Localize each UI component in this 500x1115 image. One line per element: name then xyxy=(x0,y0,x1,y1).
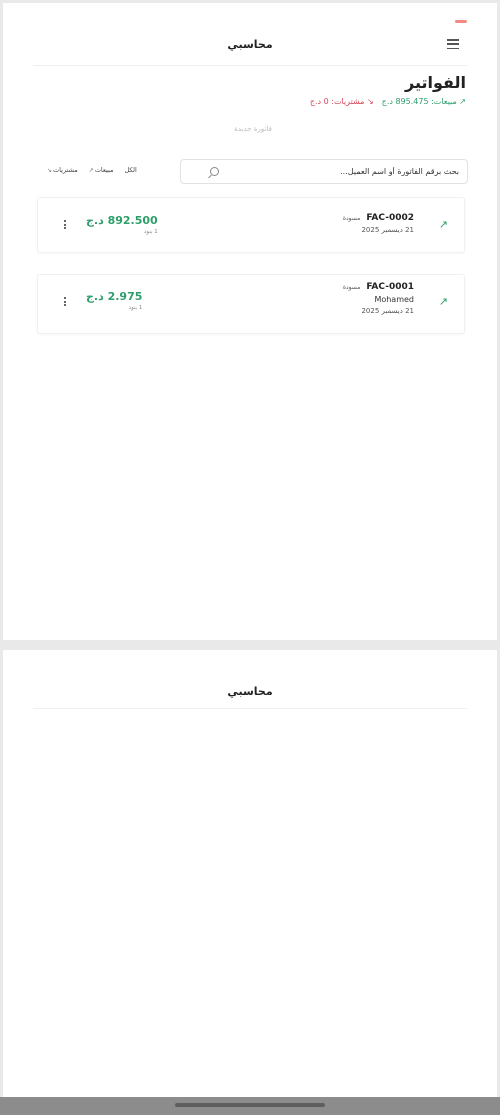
blank-screen: محاسبي xyxy=(3,650,497,1100)
filter-all-label: الكل xyxy=(124,166,137,174)
invoice-amount: 892.500 د.ج xyxy=(86,214,158,227)
sales-summary: ↗ مبيعات: 895.475 د.ج xyxy=(382,97,466,106)
filter-sales[interactable]: مبيعات ↗ xyxy=(89,166,114,174)
page-title: الفواتير xyxy=(404,73,466,92)
more-vertical-icon[interactable] xyxy=(64,297,67,306)
invoice-info: FAC-0002 مسودة 21 ديسمبر 2025 xyxy=(343,213,414,234)
trending-up-icon: ↗ xyxy=(459,97,466,106)
invoice-amount: 2.975 د.ج xyxy=(86,290,143,303)
invoice-number: FAC-0002 xyxy=(366,213,414,223)
status-badge: مسودة xyxy=(342,215,361,222)
invoice-card[interactable]: ↗ FAC-0001 مسودة Mohamed 21 ديسمبر 2025 … xyxy=(37,274,465,334)
invoice-amount-block: 2.975 د.ج 1 بنود xyxy=(86,290,142,311)
filter-all[interactable]: الكل xyxy=(124,166,136,174)
trending-up-icon: ↗ xyxy=(88,166,94,174)
filter-purchases-label: مشتريات xyxy=(53,166,78,174)
invoice-client: Mohamed xyxy=(374,295,414,304)
trending-up-icon: ↗ xyxy=(438,295,448,308)
invoice-number: FAC-0001 xyxy=(366,282,414,292)
invoice-items-count: 1 بنود xyxy=(143,229,158,235)
new-invoice-button[interactable]: فاتورة جديدة xyxy=(203,125,303,133)
invoice-items-count: 1 بنود xyxy=(128,305,143,311)
trending-down-icon: ↘ xyxy=(47,166,53,174)
filter-tabs: مشتريات ↘ مبيعات ↗ الكل xyxy=(47,166,137,174)
hamburger-menu-icon[interactable] xyxy=(447,39,459,49)
home-indicator[interactable] xyxy=(175,1103,325,1107)
invoice-info: FAC-0001 مسودة Mohamed 21 ديسمبر 2025 xyxy=(343,282,414,315)
app-title: محاسبي xyxy=(227,685,273,698)
header-divider xyxy=(33,65,467,66)
invoice-card[interactable]: ↗ FAC-0002 مسودة 21 ديسمبر 2025 892.500 … xyxy=(37,197,465,253)
purchases-summary: ↘ مشتريات: 0 د.ج xyxy=(310,97,374,106)
filter-sales-label: مبيعات xyxy=(94,166,114,174)
sales-summary-text: مبيعات: 895.475 د.ج xyxy=(381,97,457,106)
trending-down-icon: ↘ xyxy=(366,97,374,106)
search-icon xyxy=(210,167,219,176)
more-vertical-icon[interactable] xyxy=(64,220,67,229)
app-title: محاسبي xyxy=(227,38,273,51)
summary-row: ↗ مبيعات: 895.475 د.ج ↘ مشتريات: 0 د.ج xyxy=(310,97,466,106)
notification-accent xyxy=(455,20,467,23)
invoice-date: 21 ديسمبر 2025 xyxy=(361,307,414,315)
status-badge: مسودة xyxy=(342,284,361,291)
invoice-amount-block: 892.500 د.ج 1 بنود xyxy=(86,214,158,235)
search-box[interactable] xyxy=(180,159,468,184)
trending-up-icon: ↗ xyxy=(438,218,448,231)
purchases-summary-text: مشتريات: 0 د.ج xyxy=(309,97,365,106)
search-input[interactable] xyxy=(219,167,459,176)
header-divider xyxy=(33,708,467,709)
invoices-screen: محاسبي الفواتير ↗ مبيعات: 895.475 د.ج ↘ … xyxy=(3,3,497,640)
filter-purchases[interactable]: مشتريات ↘ xyxy=(47,166,78,174)
invoice-date: 21 ديسمبر 2025 xyxy=(361,226,414,234)
